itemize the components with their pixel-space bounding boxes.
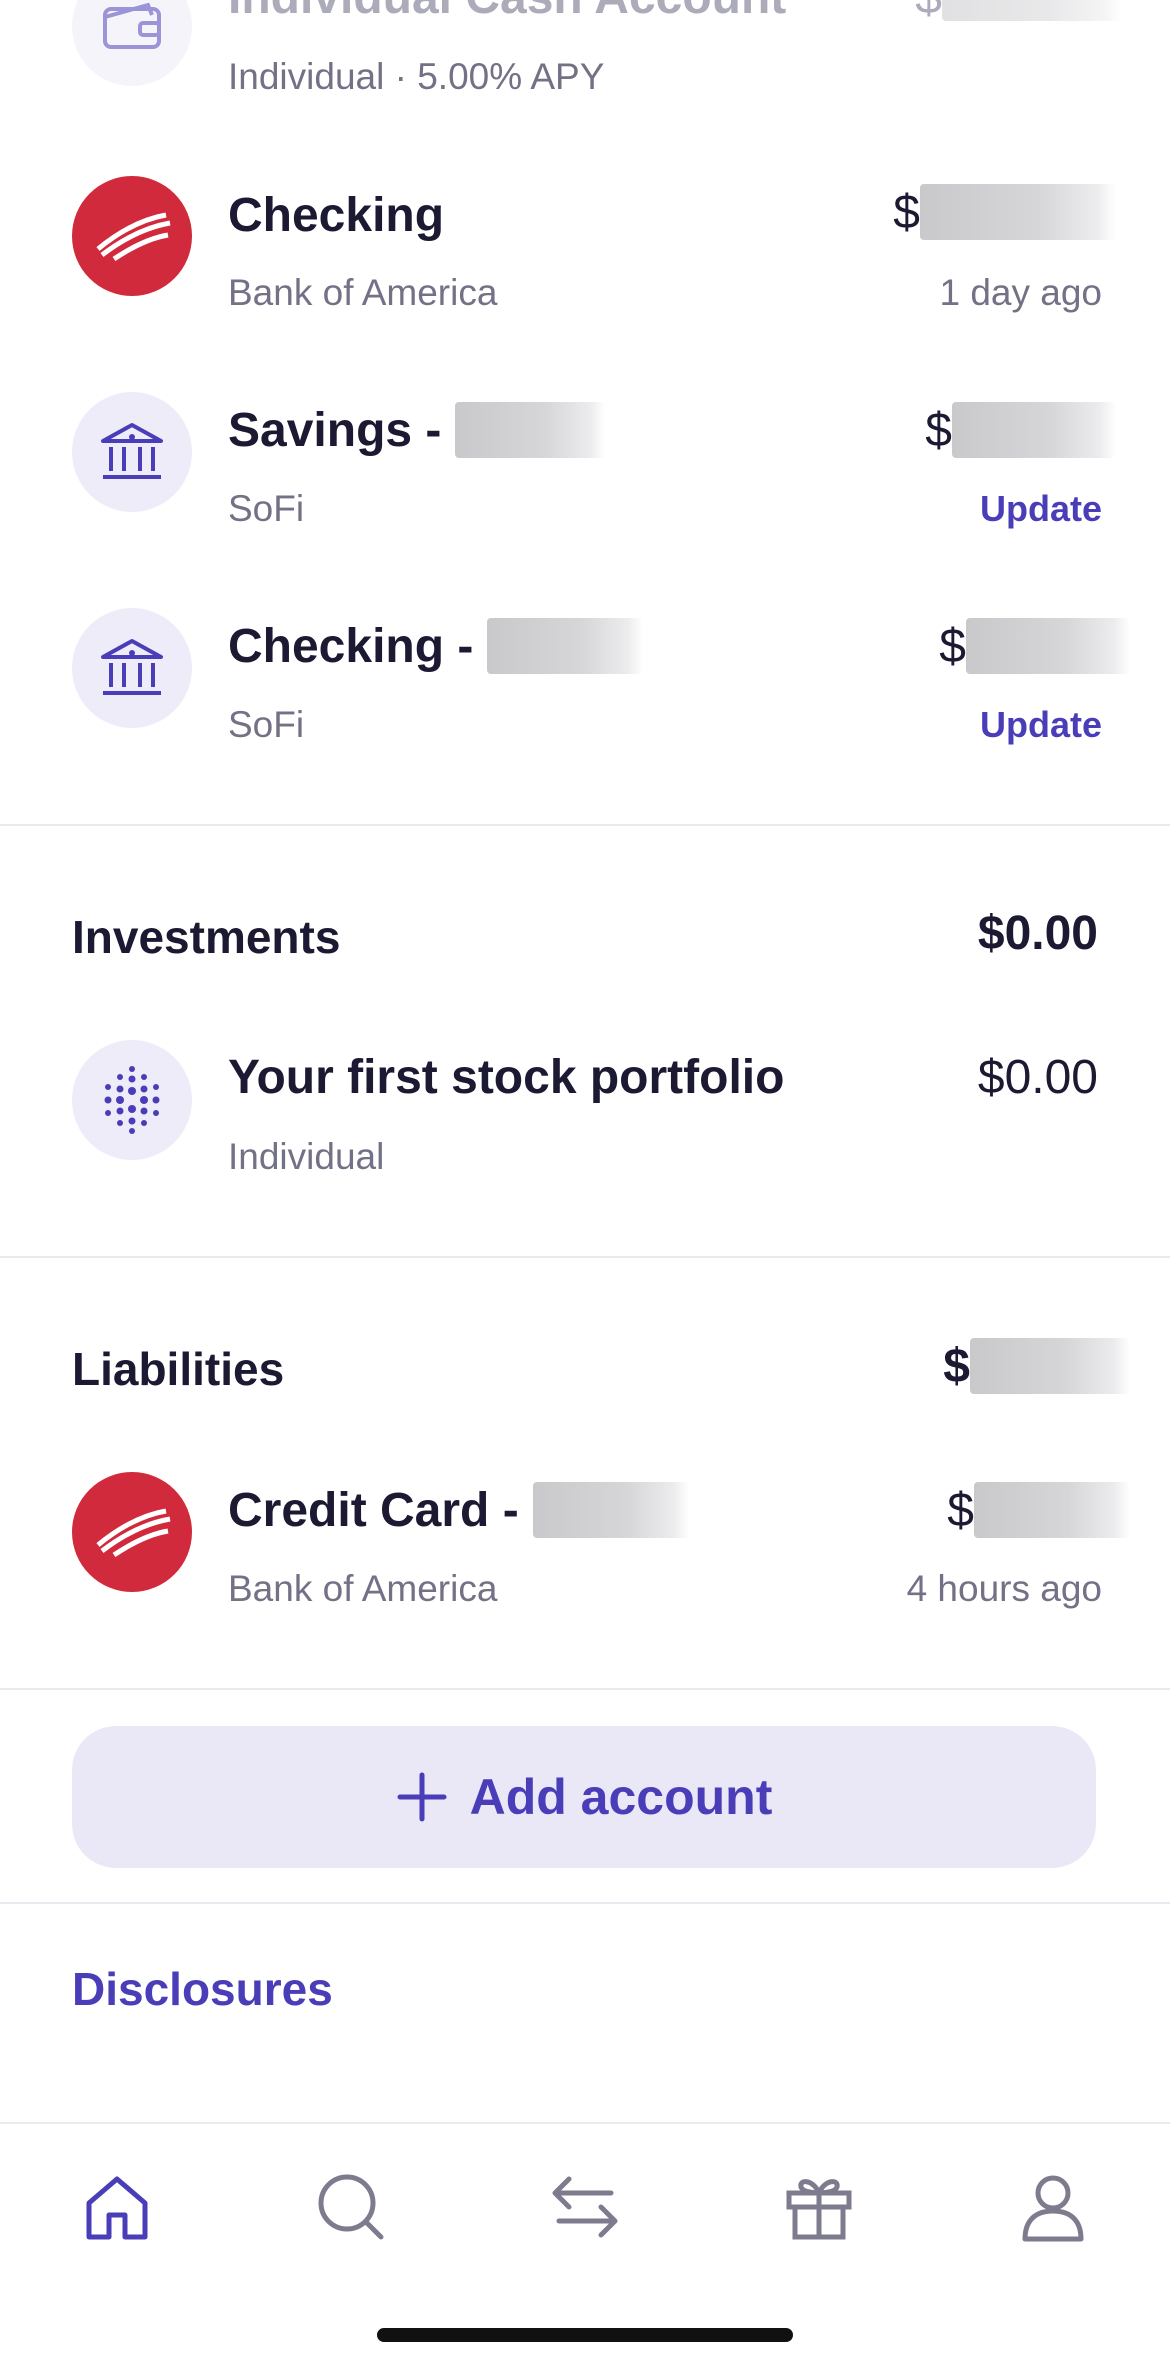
hidden-balance: [952, 402, 1116, 458]
account-name: Individual Cash Account: [228, 0, 786, 25]
hidden-account-number: [487, 618, 644, 674]
wallet-icon: [72, 0, 192, 86]
last-updated: 4 hours ago: [906, 1568, 1102, 1609]
currency-symbol: $: [915, 0, 942, 25]
home-indicator[interactable]: [377, 2328, 793, 2342]
transfer-arrows-icon: [552, 2176, 618, 2238]
section-divider: [0, 824, 1170, 826]
account-name[interactable]: Credit Card -: [228, 1482, 689, 1538]
currency-symbol: $: [939, 619, 966, 673]
hidden-balance: [974, 1482, 1130, 1538]
update-link[interactable]: Update: [980, 704, 1102, 746]
account-name-text: Savings -: [228, 403, 442, 457]
bank-of-america-logo: [72, 176, 192, 296]
account-name-text: Credit Card -: [228, 1483, 519, 1537]
currency-symbol: $: [893, 185, 920, 239]
tab-profile[interactable]: [1008, 2162, 1098, 2252]
tab-home[interactable]: [72, 2162, 162, 2252]
account-balance: $0.00: [977, 1051, 1098, 1104]
investments-total: $0.00: [977, 907, 1098, 960]
account-subtitle: SoFi: [228, 488, 305, 529]
liabilities-heading: Liabilities: [72, 1343, 285, 1395]
account-name[interactable]: Savings -: [228, 402, 606, 458]
bank-of-america-logo: [72, 1472, 192, 1592]
disclosures-link[interactable]: Disclosures: [72, 1962, 333, 2016]
investments-heading: Investments: [72, 911, 341, 963]
add-account-label: Add account: [469, 1769, 773, 1825]
search-icon: [318, 2174, 384, 2240]
account-balance: $: [893, 184, 1116, 240]
hidden-balance: [942, 0, 1122, 21]
account-subtitle: Individual: [228, 1136, 385, 1177]
tab-transfer[interactable]: [540, 2162, 630, 2252]
account-subtitle: SoFi: [228, 704, 305, 745]
account-balance: $: [939, 618, 1130, 674]
hidden-balance: [920, 184, 1116, 240]
account-balance: $: [947, 1482, 1130, 1538]
dots-grid-icon: [72, 1040, 192, 1160]
home-icon: [86, 2176, 148, 2240]
last-updated: 1 day ago: [939, 272, 1102, 313]
tab-rewards[interactable]: [774, 2162, 864, 2252]
section-divider: [0, 1688, 1170, 1690]
liabilities-total: $: [943, 1338, 1130, 1394]
account-name[interactable]: Checking -: [228, 618, 644, 674]
hidden-balance: [966, 618, 1130, 674]
currency-symbol: $: [943, 1339, 970, 1393]
hidden-balance: [970, 1338, 1130, 1394]
plus-icon: [397, 1772, 447, 1822]
section-divider: [0, 1902, 1170, 1904]
hidden-account-number: [455, 402, 606, 458]
account-name[interactable]: Checking: [228, 188, 444, 243]
gift-icon: [786, 2179, 852, 2240]
bank-building-icon: [72, 392, 192, 512]
add-account-button[interactable]: Add account: [72, 1726, 1096, 1868]
account-name[interactable]: Your first stock portfolio: [228, 1050, 784, 1105]
section-divider: [0, 1256, 1170, 1258]
tab-search[interactable]: [306, 2162, 396, 2252]
account-balance: $: [925, 402, 1116, 458]
hidden-account-number: [532, 1482, 689, 1538]
person-icon: [1022, 2175, 1084, 2242]
update-link[interactable]: Update: [980, 488, 1102, 530]
currency-symbol: $: [925, 403, 952, 457]
account-subtitle: Bank of America: [228, 272, 498, 313]
account-subtitle: Individual · 5.00% APY: [228, 56, 605, 97]
currency-symbol: $: [947, 1483, 974, 1537]
account-name-text: Checking -: [228, 619, 474, 673]
bank-building-icon: [72, 608, 192, 728]
account-subtitle: Bank of America: [228, 1568, 498, 1609]
account-balance: $: [915, 0, 1122, 25]
